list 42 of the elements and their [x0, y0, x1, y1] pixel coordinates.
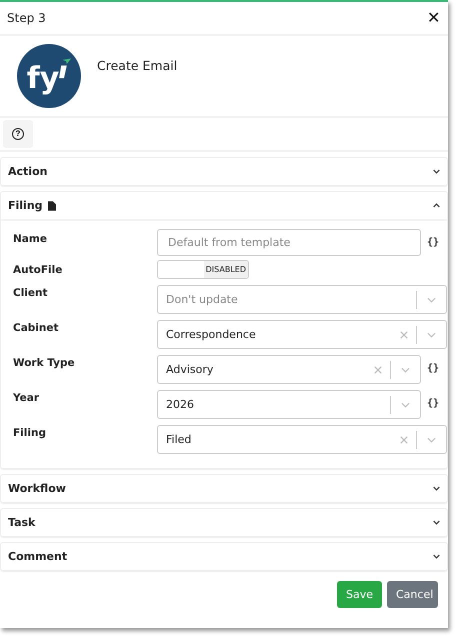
variable-button[interactable]: {}: [426, 237, 439, 248]
field-label: Cabinet: [13, 321, 60, 334]
variable-button[interactable]: {}: [426, 398, 439, 409]
select-field[interactable]: Filed: [157, 425, 447, 454]
select-field[interactable]: 2026: [157, 390, 421, 419]
variable-button[interactable]: {}: [426, 363, 439, 374]
field-label: Client: [13, 286, 49, 299]
chevron-down-icon: [433, 554, 440, 559]
section-header[interactable]: Task: [1, 509, 447, 536]
cancel-button[interactable]: Cancel: [387, 581, 438, 608]
section-header[interactable]: Filing: [1, 192, 447, 219]
action-title: Create Email: [97, 58, 178, 73]
field-label: Year: [13, 391, 40, 404]
section-header[interactable]: Action: [1, 158, 447, 185]
help-button[interactable]: ?: [3, 120, 33, 148]
chevron-down-icon[interactable]: [400, 366, 410, 372]
chevron-down-icon: [433, 169, 440, 174]
clear-icon[interactable]: [374, 366, 382, 374]
select-field[interactable]: Don't update: [157, 285, 447, 314]
window-title: Step 3: [7, 11, 46, 25]
field-label: Name: [13, 232, 48, 245]
select-field[interactable]: Advisory: [157, 355, 421, 384]
name-field[interactable]: Default from template: [157, 229, 421, 256]
close-button[interactable]: ✕: [427, 8, 440, 28]
chevron-up-icon: [433, 203, 440, 208]
file-icon: [48, 200, 56, 210]
autofile-toggle[interactable]: DISABLED: [157, 260, 249, 279]
section-header[interactable]: Comment: [1, 543, 447, 570]
chevron-down-icon: [433, 520, 440, 525]
section-header[interactable]: Workflow: [1, 475, 447, 502]
clear-icon[interactable]: [400, 436, 408, 444]
chevron-down-icon[interactable]: [427, 332, 436, 338]
field-label: AutoFile: [13, 263, 64, 276]
chevron-down-icon[interactable]: [400, 402, 410, 408]
chevron-down-icon[interactable]: [427, 436, 436, 442]
logo: fy: [17, 44, 81, 108]
field-label: Work Type: [13, 356, 76, 369]
clear-icon[interactable]: [400, 330, 408, 338]
field-label: Filing: [13, 426, 47, 439]
select-field[interactable]: Correspondence: [157, 320, 447, 349]
chevron-down-icon[interactable]: [427, 296, 436, 302]
chevron-down-icon: [433, 486, 440, 491]
